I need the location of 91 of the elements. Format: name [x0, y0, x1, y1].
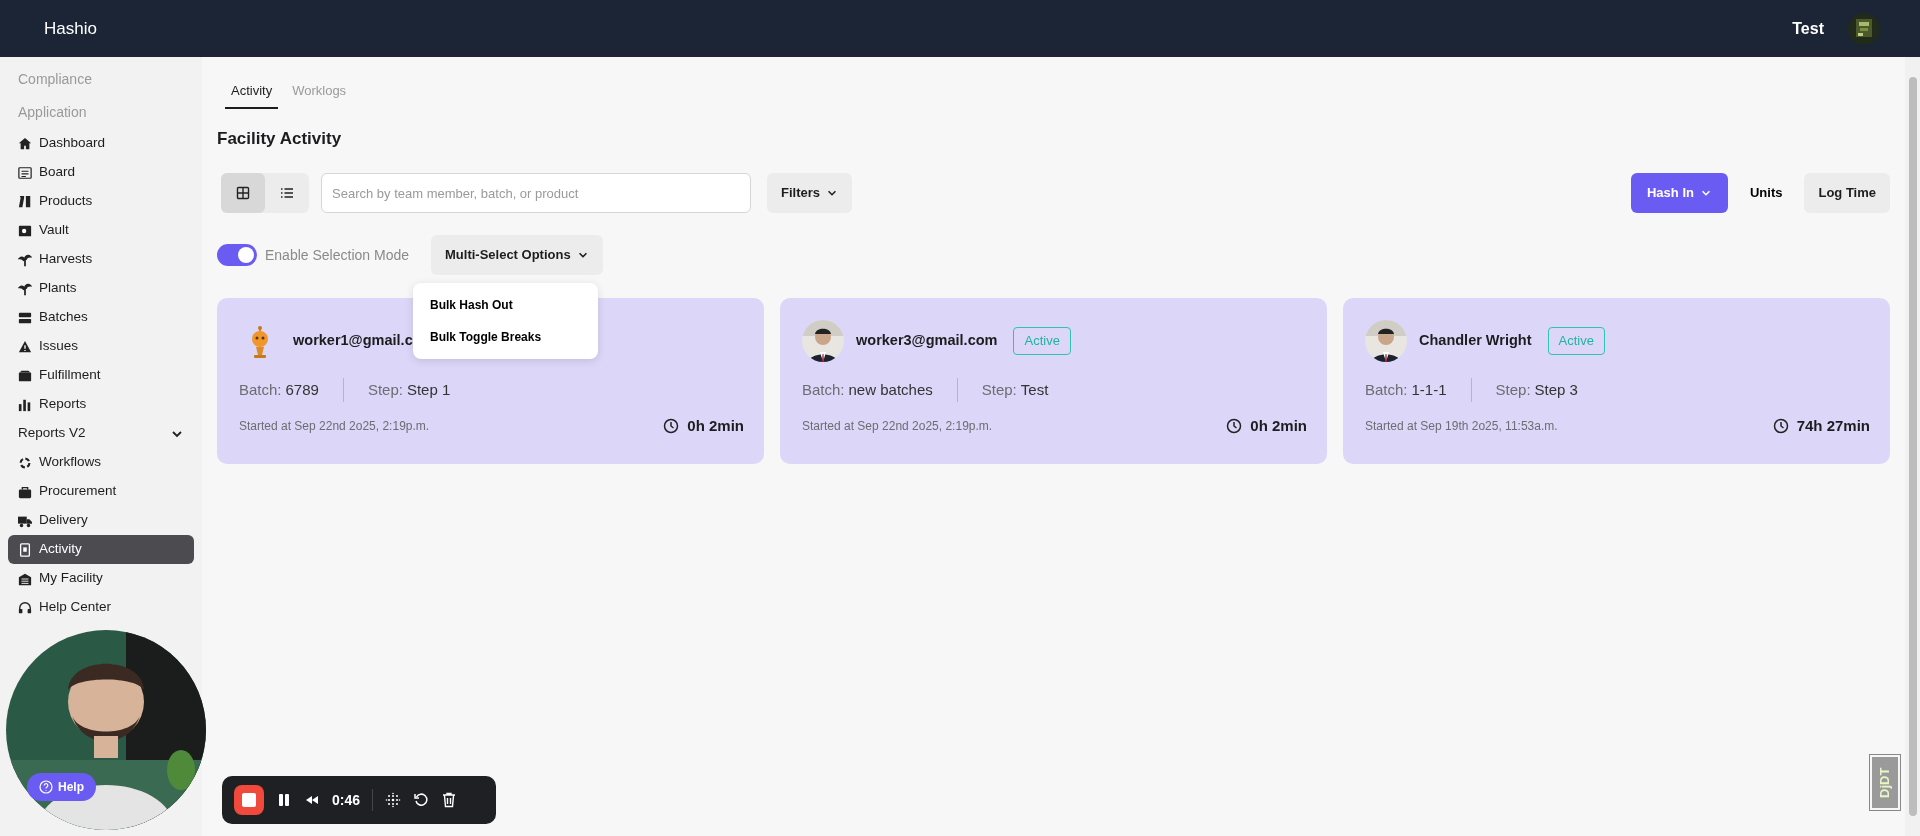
filters-button[interactable]: Filters: [767, 173, 852, 213]
sidebar-group[interactable]: Reports V2: [8, 419, 194, 448]
start-time: Started at Sep 22nd 2o25, 2:19p.m.: [239, 418, 430, 436]
step-value: Step 1: [406, 379, 451, 400]
field-label: Batch:: [802, 379, 845, 400]
section-label: Compliance: [17, 70, 93, 89]
sidebar-item[interactable]: Dashboard: [8, 129, 194, 158]
warehouse-icon: [18, 571, 32, 586]
activity-card[interactable]: worker3@gmail.com Active Batch: new batches Step: Test Started at Sep 22nd 2o25, 2:19p.m. 0h 2min: [780, 298, 1327, 464]
worker-name: worker3@gmail.com: [856, 331, 998, 351]
menu-item[interactable]: Bulk Toggle Breaks: [413, 321, 598, 353]
home-icon: [18, 136, 32, 151]
sidebar-item[interactable]: Batches: [8, 303, 194, 332]
sidebar-item[interactable]: Help Center: [8, 593, 194, 622]
bar-chart-icon: [18, 397, 32, 412]
brand-name[interactable]: Hashio: [44, 15, 97, 42]
duration: 0h 2min: [1250, 416, 1307, 436]
worker-name: Chandler Wright: [1419, 331, 1532, 351]
box-icon: [18, 368, 32, 383]
warning-icon: [18, 339, 32, 354]
status-label: Active: [1013, 327, 1071, 355]
toggle-label: Enable Selection Mode: [265, 245, 409, 265]
field-label: Step:: [1495, 379, 1531, 400]
status-label: Active: [1547, 327, 1605, 355]
grid-view-button[interactable]: [221, 173, 265, 213]
help-icon: [39, 780, 53, 794]
badge-card-icon: [18, 542, 32, 557]
multi-select-button[interactable]: Multi-Select Options: [431, 235, 603, 275]
recording-time: 0:46: [332, 790, 361, 810]
pause-icon: [276, 792, 292, 808]
section-label: Application: [17, 103, 88, 122]
restart-icon: [413, 792, 430, 808]
stop-button[interactable]: [234, 785, 264, 815]
sidebar-item[interactable]: Issues: [8, 332, 194, 361]
stack-icon: [18, 310, 32, 325]
headset-icon: [18, 600, 32, 615]
sidebar-item[interactable]: Harvests: [8, 245, 194, 274]
sidebar-item[interactable]: Procurement: [8, 477, 194, 506]
toggle-switch[interactable]: [217, 244, 257, 266]
step-value: Test: [1020, 379, 1049, 400]
list-icon: [280, 186, 294, 200]
safe-icon: [18, 223, 32, 238]
activity-card[interactable]: Chandler Wright Active Batch: 1-1-1 Step: Step 3 Started at Sep 19th 2o25, 11:53a.m. 74h 27min: [1343, 298, 1890, 464]
sidebar-item[interactable]: Reports: [8, 390, 194, 419]
dots-grid-icon: [385, 792, 402, 808]
batch-value: 1-1-1: [1411, 379, 1447, 400]
start-time: Started at Sep 22nd 2o25, 2:19p.m.: [802, 418, 993, 436]
user-name: Test: [1792, 18, 1824, 39]
search-field[interactable]: Search by team member, batch, or product: [321, 173, 751, 213]
start-time: Started at Sep 19th 2o25, 11:53a.m.: [1365, 418, 1558, 436]
grid-icon: [236, 186, 250, 200]
step-value: Step 3: [1534, 379, 1578, 400]
grid-dots-button[interactable]: [385, 792, 402, 808]
duration: 74h 27min: [1796, 416, 1870, 436]
cycle-icon: [18, 455, 32, 470]
clock-icon: [663, 418, 680, 435]
pause-button[interactable]: [276, 792, 292, 808]
sidebar-item[interactable]: Vault: [8, 216, 194, 245]
field-label: Batch:: [239, 379, 282, 400]
worker-name: worker1@gmail.c: [293, 331, 413, 351]
help-button[interactable]: Help: [27, 773, 96, 801]
units-button[interactable]: Units: [1735, 173, 1797, 213]
sidebar-item[interactable]: Activity: [8, 535, 194, 564]
restart-button[interactable]: [413, 792, 430, 808]
bag-icon: [18, 484, 32, 499]
field-label: Step:: [981, 379, 1017, 400]
tab[interactable]: Activity: [225, 74, 279, 109]
sprout-icon: [18, 252, 32, 267]
list-icon: [18, 165, 32, 180]
sidebar-item[interactable]: Products: [8, 187, 194, 216]
hash-in-button[interactable]: Hash In: [1631, 173, 1728, 213]
batch-value: new batches: [848, 379, 933, 400]
sidebar-item[interactable]: Delivery: [8, 506, 194, 535]
duration: 0h 2min: [687, 416, 744, 436]
batch-value: 6789: [285, 379, 319, 400]
page-title: Facility Activity: [217, 129, 343, 149]
stop-icon: [242, 793, 256, 807]
delete-button[interactable]: [441, 792, 458, 808]
log-time-button[interactable]: Log Time: [1804, 173, 1890, 213]
sidebar-item[interactable]: My Facility: [8, 564, 194, 593]
scrollbar[interactable]: [1905, 57, 1920, 836]
sidebar-item[interactable]: Fulfillment: [8, 361, 194, 390]
clock-icon: [1772, 418, 1789, 435]
field-label: Step:: [367, 379, 403, 400]
field-label: Batch:: [1365, 379, 1408, 400]
clock-icon: [1226, 418, 1243, 435]
sidebar-item[interactable]: Board: [8, 158, 194, 187]
sidebar-item[interactable]: Workflows: [8, 448, 194, 477]
sidebar-item[interactable]: Plants: [8, 274, 194, 303]
trash-icon: [441, 792, 458, 808]
sprout-icon: [18, 281, 32, 296]
